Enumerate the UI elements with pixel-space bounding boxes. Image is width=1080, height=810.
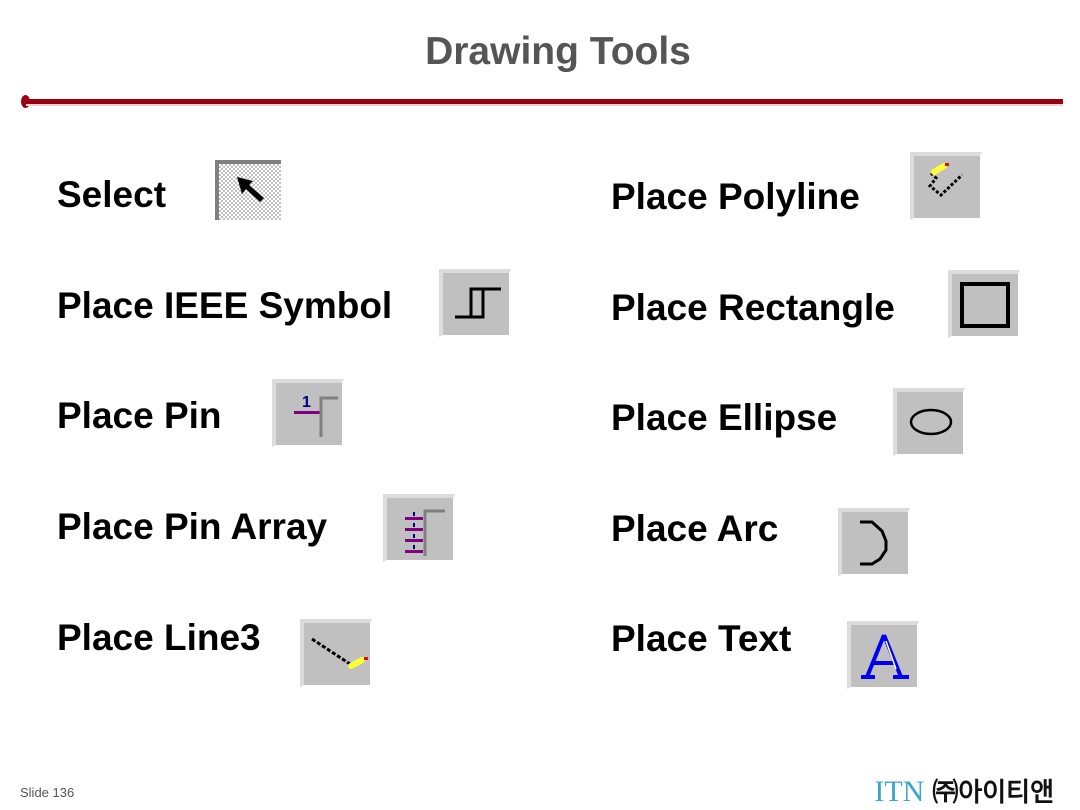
tool-label-polyline: Place Polyline [611, 176, 860, 217]
tool-label-text: Place Text [611, 618, 792, 659]
pin-icon: 1 [294, 394, 338, 437]
tool-label-ieee-symbol: Place IEEE Symbol [57, 285, 393, 326]
rectangle-icon [960, 282, 1010, 328]
text-icon [861, 634, 909, 679]
arc-icon [860, 520, 888, 566]
select-arrow-icon [237, 177, 264, 202]
polyline-icon [927, 163, 964, 197]
ellipse-tool-button[interactable] [893, 388, 965, 456]
slide-number: Slide 136 [20, 785, 75, 800]
ieee-symbol-icon [455, 287, 501, 319]
tool-label-line: Place Line3 [57, 617, 261, 658]
brand-korean: ㈜아이티앤 [932, 778, 1054, 808]
arc-tool-button[interactable] [838, 508, 910, 576]
tool-label-pin-array: Place Pin Array [57, 506, 328, 547]
pin-tool-button[interactable]: 1 [272, 379, 344, 447]
line-tool-button[interactable] [300, 619, 372, 687]
pin-array-icon [405, 509, 445, 556]
tool-label-ellipse: Place Ellipse [611, 397, 838, 438]
tool-label-rectangle: Place Rectangle [611, 287, 895, 328]
polyline-tool-button[interactable] [910, 152, 982, 220]
ellipse-icon [909, 408, 953, 436]
tool-label-arc: Place Arc [611, 508, 779, 549]
pin-array-tool-button[interactable] [383, 494, 455, 562]
select-tool-button[interactable] [215, 160, 281, 220]
brand-name: ITN [874, 775, 925, 808]
svg-text:1: 1 [302, 394, 311, 411]
text-tool-button[interactable] [847, 621, 919, 689]
line-icon [311, 637, 368, 669]
rectangle-tool-button[interactable] [948, 270, 1020, 338]
brand-logo: ITN ㈜아이티앤 [874, 772, 1054, 809]
ieee-symbol-tool-button[interactable] [439, 269, 511, 337]
tool-label-pin: Place Pin [57, 395, 222, 436]
tool-label-select: Select [57, 174, 167, 215]
title-rule [26, 99, 1063, 104]
slide-title: Drawing Tools [425, 30, 691, 73]
